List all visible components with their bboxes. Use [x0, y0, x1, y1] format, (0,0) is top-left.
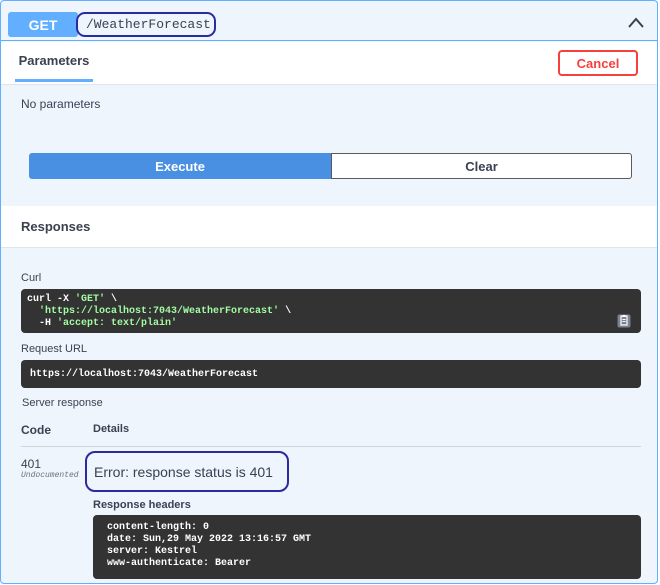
response-table-header: Code Details — [21, 419, 641, 447]
clear-button[interactable]: Clear — [331, 153, 632, 179]
execute-button[interactable]: Execute — [29, 153, 331, 179]
request-url-label: Request URL — [21, 343, 88, 355]
parameters-header: Parameters Cancel — [1, 42, 657, 85]
operation-summary[interactable]: GET /WeatherForecast — [1, 1, 657, 41]
error-message: Error: response status is 401 — [94, 463, 273, 480]
no-parameters-text: No parameters — [21, 97, 101, 111]
response-status-code: 401 — [21, 457, 42, 471]
responses-header: Responses — [1, 206, 657, 248]
operation-block: GET /WeatherForecast Parameters Cancel N… — [0, 0, 658, 584]
curl-string: 'https://localhost:7043/WeatherForecast' — [39, 306, 280, 317]
request-url-block[interactable]: https://localhost:7043/WeatherForecast — [21, 360, 641, 388]
response-header-line: date: Sun,29 May 2022 13:16:57 GMT — [107, 534, 312, 545]
curl-line: curl -X 'GET' \ — [27, 294, 635, 306]
curl-string: 'accept: text/plain' — [57, 318, 178, 329]
http-method-badge: GET — [8, 12, 78, 37]
request-url-value: https://localhost:7043/WeatherForecast — [30, 368, 259, 380]
response-headers-label: Response headers — [93, 499, 191, 511]
curl-line: -H 'accept: text/plain' — [27, 318, 635, 330]
curl-label: Curl — [21, 272, 42, 284]
response-header-line: www-authenticate: Bearer — [107, 558, 252, 569]
copy-to-clipboard-icon[interactable] — [617, 314, 631, 328]
undocumented-note: Undocumented — [21, 471, 79, 480]
response-header-line: content-length: 0 — [107, 522, 210, 533]
responses-title: Responses — [21, 219, 91, 234]
curl-line: 'https://localhost:7043/WeatherForecast'… — [27, 306, 635, 318]
curl-text — [27, 306, 39, 317]
tab-parameters[interactable]: Parameters — [15, 42, 93, 82]
server-response-label: Server response — [22, 397, 103, 409]
curl-string: 'GET' — [75, 294, 106, 305]
error-annotation-outline: Error: response status is 401 — [85, 451, 289, 492]
response-header-line: server: Kestrel — [107, 546, 198, 557]
response-headers-block[interactable]: content-length: 0 date: Sun,29 May 2022 … — [93, 515, 641, 579]
path-annotation-outline: /WeatherForecast — [76, 12, 216, 37]
column-header-details: Details — [93, 423, 130, 435]
curl-text: \ — [105, 294, 118, 305]
curl-text: \ — [279, 306, 292, 317]
curl-code-block[interactable]: curl -X 'GET' \ 'https://localhost:7043/… — [21, 289, 641, 333]
chevron-up-icon[interactable] — [627, 14, 645, 32]
curl-text: -H — [27, 318, 58, 329]
column-header-code: Code — [21, 423, 51, 437]
endpoint-path: /WeatherForecast — [86, 17, 211, 32]
cancel-button[interactable]: Cancel — [558, 50, 638, 76]
curl-text: curl -X — [27, 294, 76, 305]
execute-controls: Execute Clear — [29, 153, 632, 179]
